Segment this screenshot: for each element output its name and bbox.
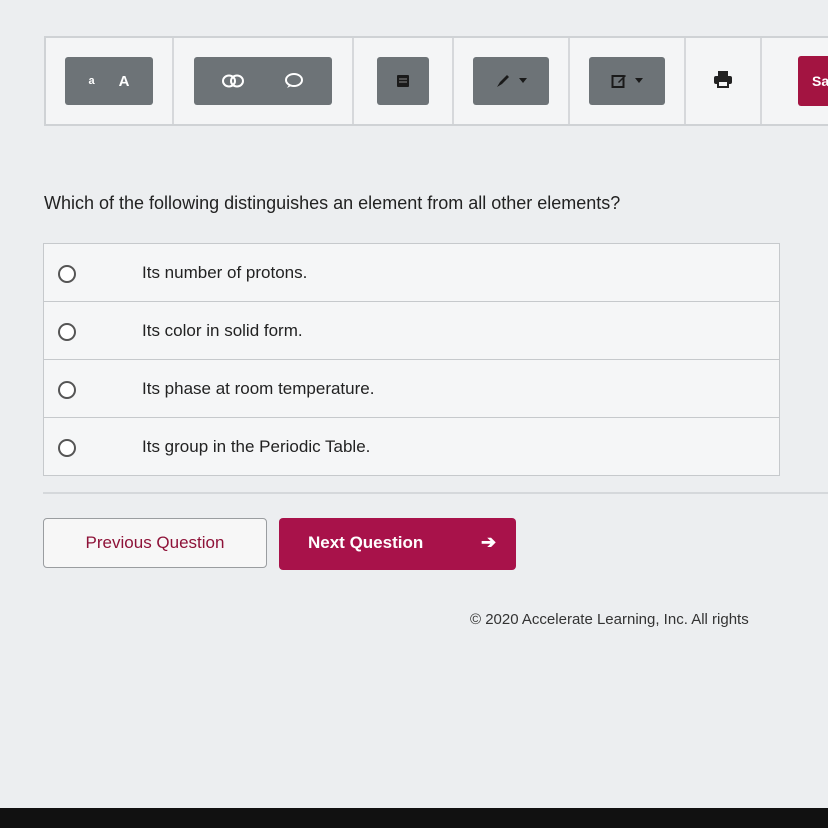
radio-button[interactable] [58, 322, 76, 341]
font-size-group: a A [46, 38, 174, 124]
print-button[interactable] [703, 61, 743, 101]
screen-bezel [0, 808, 828, 828]
chevron-down-icon [519, 78, 527, 84]
print-group [686, 38, 762, 124]
eliminate-comment-group [174, 38, 354, 124]
arrow-right-icon: ➔ [481, 532, 497, 552]
eliminate-comment-button[interactable] [194, 57, 332, 105]
edit-button[interactable] [589, 57, 665, 105]
highlighter-button[interactable] [473, 57, 549, 105]
radio-button[interactable] [58, 380, 76, 399]
save-group: Sa [762, 38, 828, 124]
answer-options: Its number of protons. Its color in soli… [43, 243, 780, 476]
notes-group [354, 38, 454, 124]
question-text: Which of the following distinguishes an … [44, 193, 621, 213]
answer-option[interactable]: Its phase at room temperature. [44, 360, 779, 418]
previous-question-label: Previous Question [85, 533, 225, 552]
notes-icon [396, 74, 410, 88]
answer-option-label: Its color in solid form. [142, 320, 303, 340]
answer-option-label: Its phase at room temperature. [142, 378, 375, 398]
notes-button[interactable] [377, 57, 429, 105]
previous-question-button[interactable]: Previous Question [43, 518, 267, 568]
radio-button[interactable] [58, 438, 76, 457]
print-icon [713, 70, 733, 93]
answer-option[interactable]: Its number of protons. [44, 244, 779, 302]
answer-option[interactable]: Its group in the Periodic Table. [44, 418, 779, 475]
comment-icon [284, 73, 304, 89]
highlighter-icon [495, 73, 511, 89]
toolbar: a A Sa [44, 36, 828, 126]
font-size-button[interactable]: a A [65, 57, 153, 105]
divider [43, 492, 828, 494]
copyright-footer: © 2020 Accelerate Learning, Inc. All rig… [470, 611, 749, 628]
font-small-label: a [88, 75, 95, 87]
answer-option[interactable]: Its color in solid form. [44, 302, 779, 360]
edit-icon [611, 73, 627, 89]
save-button[interactable]: Sa [798, 56, 828, 106]
chevron-down-icon [635, 78, 643, 84]
font-large-label: A [118, 72, 130, 90]
save-label: Sa [812, 73, 828, 89]
eliminate-icon [222, 74, 244, 88]
edit-group [570, 38, 686, 124]
highlighter-group [454, 38, 570, 124]
next-question-button[interactable]: Next Question ➔ [279, 518, 516, 570]
answer-option-label: Its group in the Periodic Table. [142, 436, 371, 456]
answer-option-label: Its number of protons. [142, 262, 308, 282]
radio-button[interactable] [58, 264, 76, 283]
next-question-label: Next Question [308, 533, 424, 552]
